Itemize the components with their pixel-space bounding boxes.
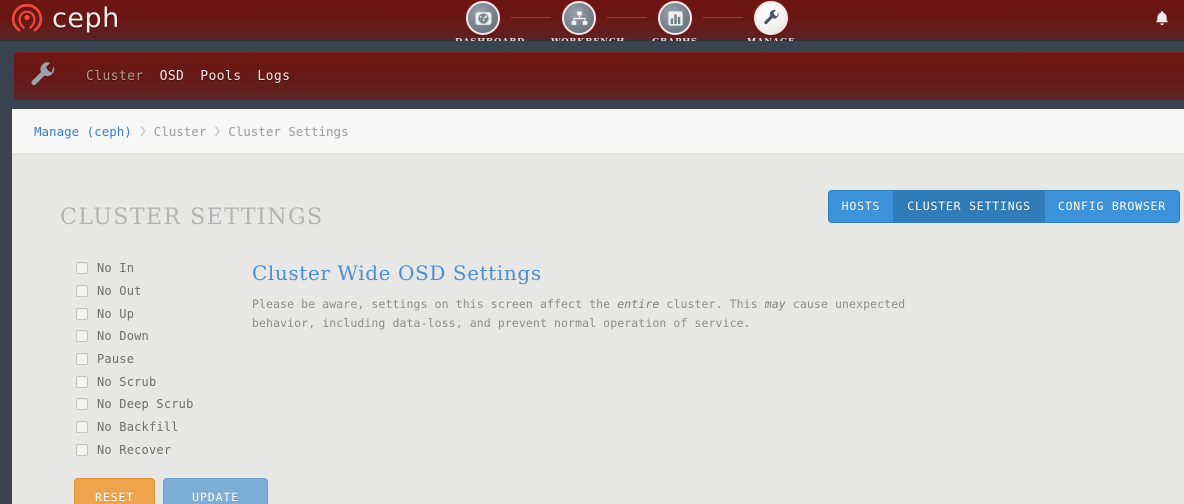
warning-emphasis-entire: entire xyxy=(617,297,660,311)
update-button[interactable]: UPDATE xyxy=(163,478,269,504)
checkbox-no-up[interactable] xyxy=(76,307,88,320)
nav-connector xyxy=(607,17,647,18)
option-label: No Recover xyxy=(97,442,172,457)
top-header-bar: ceph DASHBOARD xyxy=(0,0,1184,47)
subnav-item-osd[interactable]: OSD xyxy=(160,69,185,84)
option-row-no-scrub[interactable]: No Scrub xyxy=(76,370,194,393)
tab-cluster-settings[interactable]: CLUSTER SETTINGS xyxy=(893,190,1044,223)
tab-group: HOSTS CLUSTER SETTINGS CONFIG BROWSER xyxy=(827,190,1180,223)
osd-settings-warning-text: Please be aware, settings on this screen… xyxy=(252,295,932,332)
breadcrumb: Manage (ceph) ❯ Cluster ❯ Cluster Settin… xyxy=(12,109,1184,154)
option-label: No Deep Scrub xyxy=(97,397,194,412)
nav-item-dashboard[interactable]: DASHBOARD xyxy=(455,0,525,47)
breadcrumb-separator-icon: ❯ xyxy=(213,123,222,139)
checkbox-no-backfill[interactable] xyxy=(76,421,88,434)
option-row-no-in[interactable]: No In xyxy=(76,257,194,280)
tab-hosts[interactable]: HOSTS xyxy=(827,190,894,223)
option-row-pause[interactable]: Pause xyxy=(76,348,194,371)
subnav-item-logs[interactable]: Logs xyxy=(257,69,290,84)
warning-text-part-1: Please be aware, settings on this screen… xyxy=(252,297,618,311)
option-label: No Out xyxy=(97,284,142,299)
sitemap-icon xyxy=(562,1,596,35)
brand-logo[interactable]: ceph xyxy=(10,1,120,35)
ceph-logo-icon xyxy=(11,3,43,32)
brand-name: ceph xyxy=(52,2,120,34)
secondary-nav-bar: Cluster OSD Pools Logs xyxy=(14,52,1184,100)
option-row-no-down[interactable]: No Down xyxy=(76,325,194,348)
checkbox-no-down[interactable] xyxy=(76,330,88,343)
secondary-nav-region: Cluster OSD Pools Logs xyxy=(0,41,1184,109)
nav-item-workbench[interactable]: WORKBENCH xyxy=(551,0,624,47)
nav-item-manage[interactable]: MANAGE xyxy=(743,0,799,47)
wrench-icon xyxy=(31,62,55,85)
option-label: No Up xyxy=(97,306,135,321)
subnav-item-pools[interactable]: Pools xyxy=(200,69,241,84)
checkbox-no-out[interactable] xyxy=(76,285,88,298)
option-row-no-recover[interactable]: No Recover xyxy=(76,439,194,462)
gauge-icon xyxy=(466,1,500,35)
warning-emphasis-may: may xyxy=(764,297,786,311)
page-title: CLUSTER SETTINGS xyxy=(60,205,324,230)
checkbox-no-recover[interactable] xyxy=(76,443,88,456)
tab-config-browser[interactable]: CONFIG BROWSER xyxy=(1043,190,1180,223)
main-content-panel: Manage (ceph) ❯ Cluster ❯ Cluster Settin… xyxy=(12,109,1184,504)
osd-settings-heading: Cluster Wide OSD Settings xyxy=(252,261,542,285)
nav-connector xyxy=(511,17,551,18)
checkbox-no-deep-scrub[interactable] xyxy=(76,398,88,411)
action-button-row: RESET UPDATE xyxy=(74,478,269,504)
option-label: No In xyxy=(97,261,135,276)
subnav-item-cluster[interactable]: Cluster xyxy=(86,69,144,84)
option-label: No Down xyxy=(97,329,149,344)
option-row-no-backfill[interactable]: No Backfill xyxy=(76,416,194,439)
ceph-dashboard-page: ceph DASHBOARD xyxy=(0,0,1184,504)
osd-flag-options-list: No In No Out No Up No Down Pause No Scru… xyxy=(76,257,194,461)
breadcrumb-root-link[interactable]: Manage (ceph) xyxy=(34,124,132,139)
wrench-icon xyxy=(754,1,788,35)
breadcrumb-item-cluster-settings: Cluster Settings xyxy=(228,123,349,139)
secondary-nav-links: Cluster OSD Pools Logs xyxy=(86,69,290,84)
checkbox-no-in[interactable] xyxy=(76,262,88,275)
checkbox-no-scrub[interactable] xyxy=(76,375,88,388)
checkbox-pause[interactable] xyxy=(76,353,88,366)
option-label: No Scrub xyxy=(97,374,157,389)
option-label: No Backfill xyxy=(97,420,179,435)
breadcrumb-item-cluster[interactable]: Cluster xyxy=(154,124,207,139)
notification-bell-icon[interactable] xyxy=(1152,8,1172,30)
nav-connector xyxy=(703,17,743,18)
reset-button[interactable]: RESET xyxy=(74,478,156,504)
option-label: Pause xyxy=(97,352,135,367)
primary-nav: DASHBOARD WORKBENCH xyxy=(455,0,799,47)
option-row-no-out[interactable]: No Out xyxy=(76,280,194,303)
nav-item-graphs[interactable]: GRAPHS xyxy=(647,0,703,47)
breadcrumb-separator-icon: ❯ xyxy=(138,123,147,139)
option-row-no-deep-scrub[interactable]: No Deep Scrub xyxy=(76,393,194,416)
warning-text-part-2: cluster. This xyxy=(659,297,765,311)
option-row-no-up[interactable]: No Up xyxy=(76,302,194,325)
bar-chart-icon xyxy=(658,1,692,35)
